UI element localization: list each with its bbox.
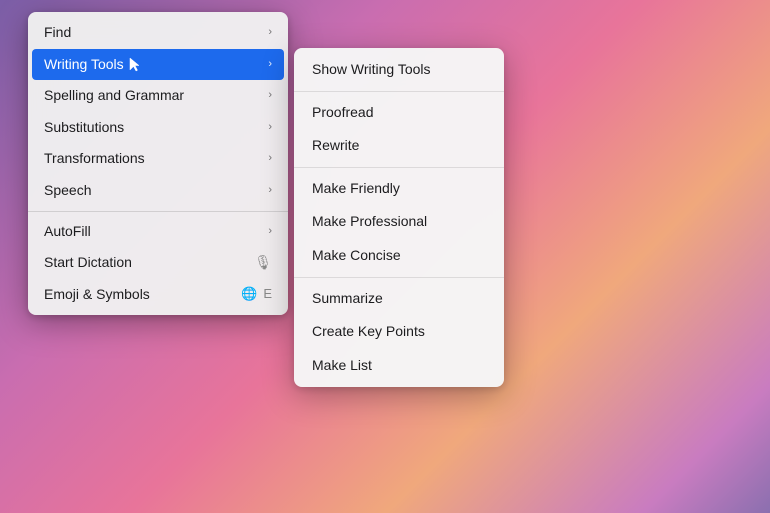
context-menu-container: Find › Writing Tools › Spelling and Gram… <box>28 12 504 387</box>
menu-item-transformations[interactable]: Transformations › <box>28 143 288 175</box>
cursor-icon <box>128 56 140 72</box>
mic-icon: 🎙 <box>254 253 272 273</box>
chevron-icon-highlighted: › <box>268 57 272 72</box>
menu-item-spelling-grammar[interactable]: Spelling and Grammar › <box>28 80 288 112</box>
submenu-item-show-writing-tools[interactable]: Show Writing Tools <box>294 53 504 87</box>
shortcut-e: E <box>263 285 272 303</box>
chevron-icon: › <box>268 25 272 40</box>
chevron-icon: › <box>268 151 272 166</box>
submenu-item-make-professional-label: Make Professional <box>312 212 427 232</box>
submenu-item-make-list[interactable]: Make List <box>294 349 504 383</box>
chevron-icon: › <box>268 224 272 239</box>
chevron-icon: › <box>268 88 272 103</box>
submenu-item-rewrite[interactable]: Rewrite <box>294 129 504 163</box>
menu-item-start-dictation-label: Start Dictation <box>44 253 132 273</box>
menu-item-autofill-label: AutoFill <box>44 222 91 242</box>
menu-item-writing-tools-label: Writing Tools <box>44 55 140 75</box>
submenu-item-proofread[interactable]: Proofread <box>294 96 504 130</box>
menu-item-substitutions[interactable]: Substitutions › <box>28 112 288 144</box>
submenu-item-make-list-label: Make List <box>312 356 372 376</box>
main-context-menu: Find › Writing Tools › Spelling and Gram… <box>28 12 288 315</box>
submenu-item-make-professional[interactable]: Make Professional <box>294 205 504 239</box>
menu-item-spelling-grammar-label: Spelling and Grammar <box>44 86 184 106</box>
menu-item-speech-label: Speech <box>44 181 91 201</box>
menu-item-writing-tools[interactable]: Writing Tools › <box>32 49 284 81</box>
menu-item-emoji-symbols-label: Emoji & Symbols <box>44 285 150 305</box>
submenu-item-summarize[interactable]: Summarize <box>294 282 504 316</box>
dictation-shortcut: 🎙 <box>254 253 272 273</box>
submenu-item-show-writing-tools-label: Show Writing Tools <box>312 60 431 80</box>
submenu-item-create-key-points-label: Create Key Points <box>312 322 425 342</box>
submenu-item-make-concise[interactable]: Make Concise <box>294 239 504 273</box>
menu-item-speech[interactable]: Speech › <box>28 175 288 207</box>
submenu-item-make-concise-label: Make Concise <box>312 246 401 266</box>
menu-item-substitutions-label: Substitutions <box>44 118 124 138</box>
writing-tools-submenu: Show Writing Tools Proofread Rewrite Mak… <box>294 48 504 387</box>
separator-1 <box>28 211 288 212</box>
submenu-item-make-friendly[interactable]: Make Friendly <box>294 172 504 206</box>
submenu-separator-3 <box>294 277 504 278</box>
submenu-item-proofread-label: Proofread <box>312 103 373 123</box>
submenu-item-rewrite-label: Rewrite <box>312 136 359 156</box>
menu-item-emoji-symbols[interactable]: Emoji & Symbols 🌐 E <box>28 279 288 311</box>
emoji-shortcut: 🌐 E <box>241 285 272 303</box>
chevron-icon: › <box>268 120 272 135</box>
submenu-item-make-friendly-label: Make Friendly <box>312 179 400 199</box>
menu-item-find[interactable]: Find › <box>28 17 288 49</box>
globe-icon: 🌐 <box>241 285 257 303</box>
menu-item-find-label: Find <box>44 23 71 43</box>
submenu-separator-2 <box>294 167 504 168</box>
submenu-item-create-key-points[interactable]: Create Key Points <box>294 315 504 349</box>
menu-item-transformations-label: Transformations <box>44 149 145 169</box>
chevron-icon: › <box>268 183 272 198</box>
menu-item-start-dictation[interactable]: Start Dictation 🎙 <box>28 247 288 279</box>
submenu-separator-1 <box>294 91 504 92</box>
submenu-item-summarize-label: Summarize <box>312 289 383 309</box>
menu-item-autofill[interactable]: AutoFill › <box>28 216 288 248</box>
